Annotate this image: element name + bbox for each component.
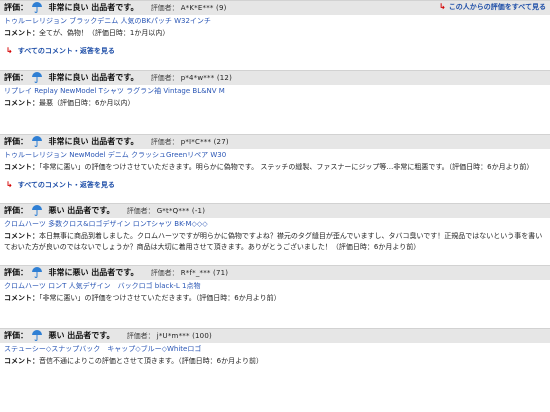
see-all-reviews-label: この人からの評価をすべて見る [448,3,546,11]
review-2: 評価： 非常に良い 出品者です。 評価者： p*4*w*** (12) リプレイ … [0,70,550,109]
umbrella-icon [32,205,43,216]
rating-value: 非常に良い 出品者です。 [48,137,139,146]
reviewer-id: p*4*w*** (12) [180,74,233,82]
reviewer-label: 評価者： [150,269,179,277]
rating-value: 非常に良い 出品者です。 [48,73,139,82]
umbrella-icon [32,136,43,147]
review-header: 評価： 悪い 出品者です。 評価者： j*U*m*** (100) [0,328,550,343]
comment-text: 本日無事に商品到着しました。クロムハーツですが明らかに偽物ですよね？襟元のタグ縫… [4,232,543,251]
review-header: 評価： 非常に悪い 出品者です。 評価者： R*f*_*** (71) [0,265,550,280]
rating-label: 評価： [4,268,28,277]
reviewer-id: p*I*C*** (27) [180,138,229,146]
review-4: 評価： 悪い 出品者です。 評価者： G*t*Q*** (-1) クロムハーツ 多… [0,203,550,253]
review-header: 評価： 非常に良い 出品者です。 評価者： p*4*w*** (12) [0,70,550,85]
rating-label: 評価： [4,73,28,82]
more-comments-label: すべてのコメント・返答を見る [17,181,115,189]
comment: コメント：本日無事に商品到着しました。クロムハーツですが明らかに偽物ですよね？襟… [0,229,550,253]
reviewer-id: A*K*E*** (9) [180,4,227,12]
rating-value: 非常に良い 出品者です。 [48,3,139,12]
reviewer-label: 評価者： [150,4,179,12]
more-comments-label: すべてのコメント・返答を見る [17,47,115,55]
more-comments-link[interactable]: ↳ すべてのコメント・返答を見る [0,39,550,56]
review-5: 評価： 非常に悪い 出品者です。 評価者： R*f*_*** (71) クロムハー… [0,265,550,304]
comment-label: コメント： [4,357,39,365]
return-arrow-icon: ↳ [6,46,13,55]
comment-label: コメント： [4,99,39,107]
rating-value: 悪い 出品者です。 [48,206,115,215]
rating-value: 悪い 出品者です。 [48,331,115,340]
comment: コメント：最悪（評価日時：6か月以内） [0,96,550,109]
reviewer-id: G*t*Q*** (-1) [156,207,206,215]
review-header: 評価： 悪い 出品者です。 評価者： G*t*Q*** (-1) [0,203,550,218]
comment-text: 「非常に悪い」の評価をつけさせていただきます。明らかに偽物です。 ステッチの縫製… [39,163,534,171]
umbrella-icon [32,330,43,341]
item-link[interactable]: クロムハーツ ロンT 人気デザイン バックロゴ black-L 1点物 [0,280,550,291]
item-link[interactable]: トゥルーレリジョン NewModel デニム クラッシュGreenリペア W30 [0,149,550,160]
comment-text: 音信不通によりこの評価とさせて頂きます。（評価日時：6か月より前） [39,357,263,365]
rating-label: 評価： [4,206,28,215]
umbrella-icon [32,2,43,13]
return-arrow-icon: ↳ [439,2,446,11]
reviewer-label: 評価者： [126,207,155,215]
rating-value: 非常に悪い 出品者です。 [48,268,139,277]
comment-label: コメント： [4,29,39,37]
comment: コメント：音信不通によりこの評価とさせて頂きます。（評価日時：6か月より前） [0,354,550,367]
comment-text: 最悪（評価日時：6か月以内） [39,99,135,107]
umbrella-icon [32,267,43,278]
rating-label: 評価： [4,137,28,146]
comment-text: 全てが、偽物！（評価日時：1か月以内） [39,29,170,37]
reviewer-label: 評価者： [126,332,155,340]
item-link[interactable]: リプレイ Replay NewModel Tシャツ ラグラン袖 Vintage … [0,85,550,96]
comment: コメント：「非常に悪い」の評価をつけさせていただきます。（評価日時：6か月より前… [0,291,550,304]
review-1: 評価： 非常に良い 出品者です。 評価者： A*K*E*** (9) ↳ この人から… [0,0,550,56]
comment: コメント：「非常に悪い」の評価をつけさせていただきます。明らかに偽物です。 ステ… [0,160,550,173]
item-link[interactable]: クロムハーツ 多数クロス&ロゴデザイン ロンTシャツ BK-M◇◇◇ [0,218,550,229]
comment-label: コメント： [4,232,39,240]
comment-text: 「非常に悪い」の評価をつけさせていただきます。（評価日時：6か月より前） [39,294,281,302]
reviewer-id: R*f*_*** (71) [180,269,229,277]
review-header: 評価： 非常に良い 出品者です。 評価者： p*I*C*** (27) [0,134,550,149]
reviewer-label: 評価者： [150,138,179,146]
umbrella-icon [32,72,43,83]
reviewer-label: 評価者： [150,74,179,82]
comment: コメント：全てが、偽物！（評価日時：1か月以内） [0,26,550,39]
review-header: 評価： 非常に良い 出品者です。 評価者： A*K*E*** (9) ↳ この人から… [0,0,550,15]
review-3: 評価： 非常に良い 出品者です。 評価者： p*I*C*** (27) トゥルーレ… [0,134,550,190]
item-link[interactable]: トゥルーレリジョン ブラックデニム 人気のBKパッチ W32インチ [0,15,550,26]
see-all-reviews-link[interactable]: ↳ この人からの評価をすべて見る [439,0,546,14]
rating-label: 評価： [4,331,28,340]
review-6: 評価： 悪い 出品者です。 評価者： j*U*m*** (100) ステューシー◇… [0,328,550,367]
more-comments-link[interactable]: ↳ すべてのコメント・返答を見る [0,173,550,190]
reviewer-id: j*U*m*** (100) [156,332,212,340]
return-arrow-icon: ↳ [6,180,13,189]
comment-label: コメント： [4,294,39,302]
comment-label: コメント： [4,163,39,171]
rating-label: 評価： [4,3,28,12]
item-link[interactable]: ステューシー◇スナップバック キャップ◇ブルー◇Whiteロゴ [0,343,550,354]
